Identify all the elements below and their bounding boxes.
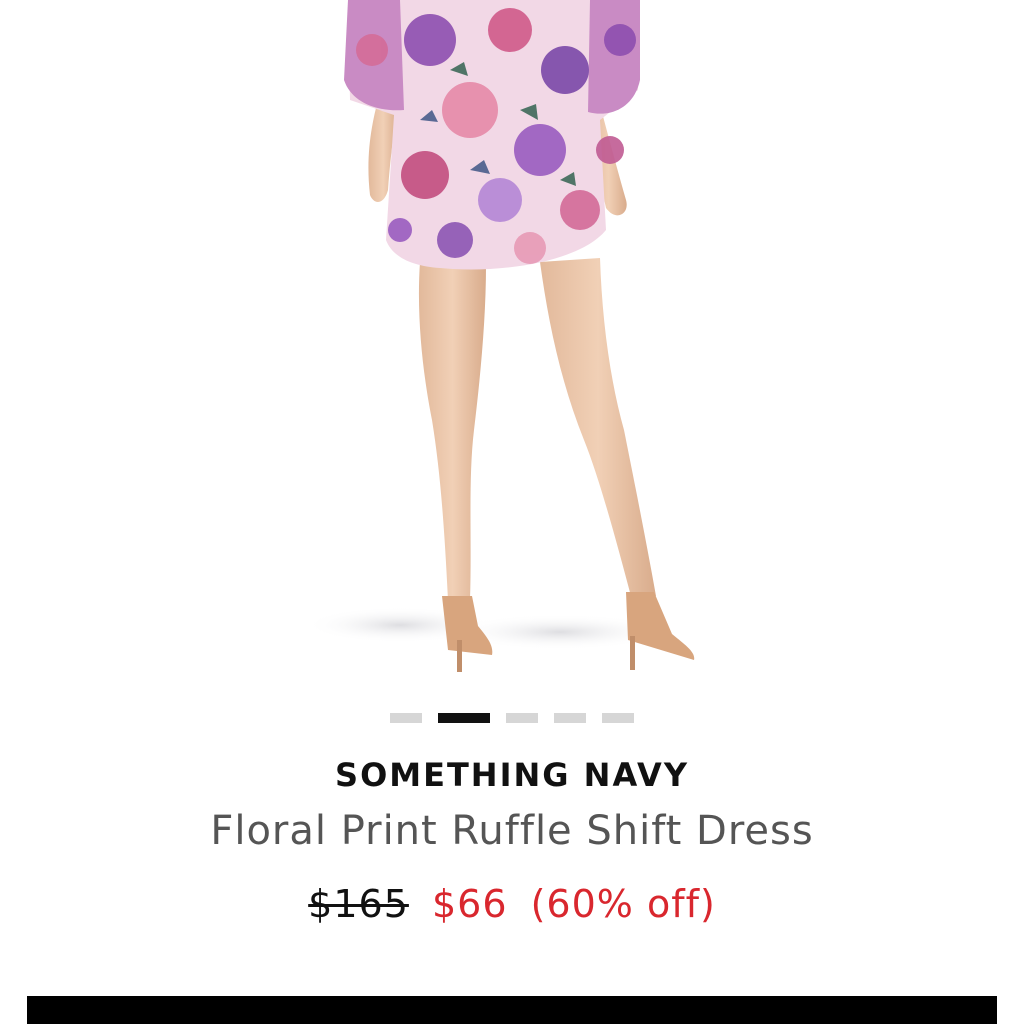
original-price: $165 xyxy=(308,882,409,926)
carousel-dot-5[interactable] xyxy=(602,713,634,723)
brand-name[interactable]: SOMETHING NAVY xyxy=(0,756,1024,794)
product-image[interactable] xyxy=(0,0,1024,690)
product-title: Floral Print Ruffle Shift Dress xyxy=(210,808,814,854)
add-to-bag-button[interactable] xyxy=(27,996,997,1024)
price-row: $165 $66 (60% off) xyxy=(0,882,1024,926)
carousel-dot-3[interactable] xyxy=(506,713,538,723)
carousel-dot-2-active[interactable] xyxy=(438,713,490,723)
discount-label: (60% off) xyxy=(530,882,716,926)
dress-model-photo xyxy=(305,0,695,672)
product-page: SOMETHING NAVY Floral Print Ruffle Shift… xyxy=(0,0,1024,1024)
carousel-dot-4[interactable] xyxy=(554,713,586,723)
sale-price: $66 xyxy=(431,882,508,926)
image-carousel-indicators xyxy=(0,713,1024,723)
carousel-dot-1[interactable] xyxy=(390,713,422,723)
